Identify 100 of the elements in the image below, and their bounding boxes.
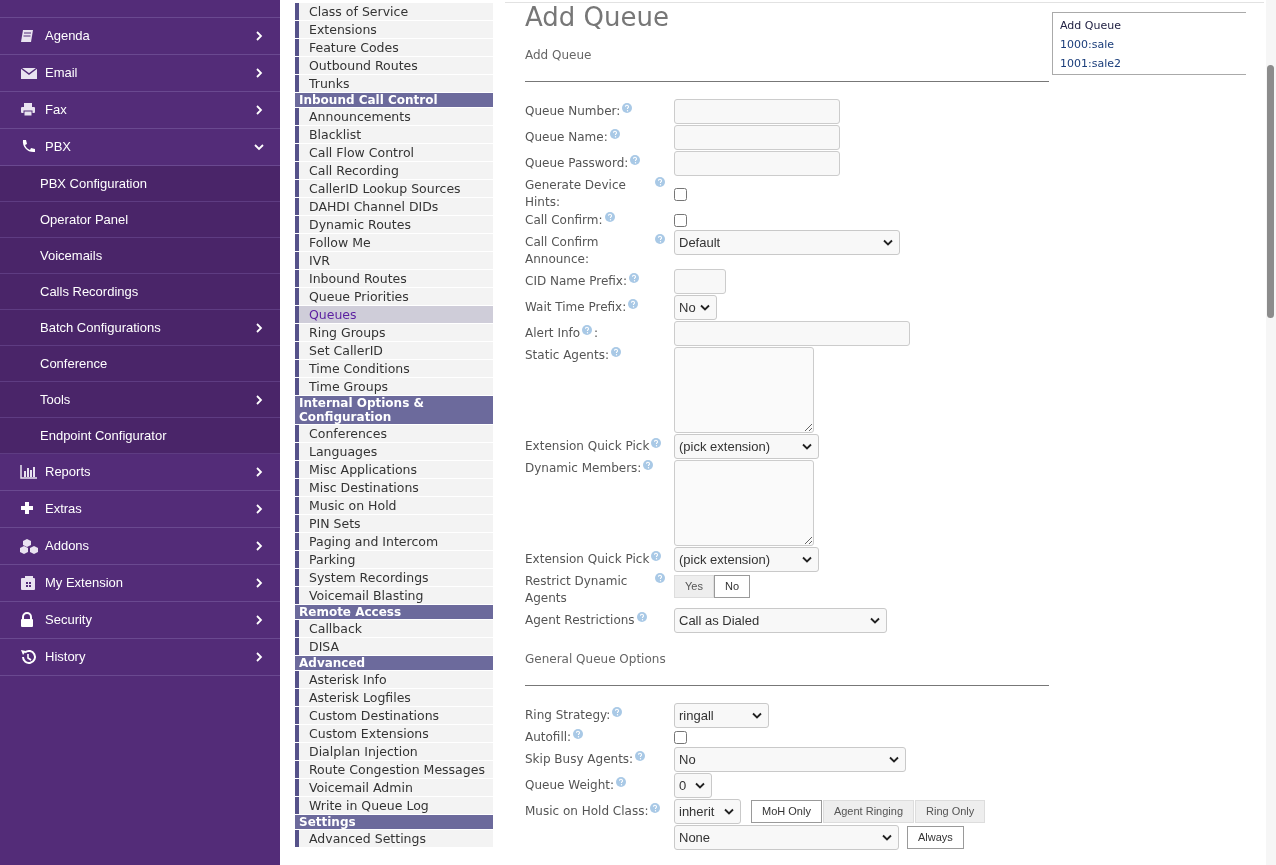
- help-icon: [604, 212, 615, 222]
- queue-link[interactable]: Add Queue: [1060, 16, 1246, 35]
- menu-item[interactable]: Trunks: [295, 75, 493, 92]
- caret-icon: [695, 781, 705, 790]
- checkbox[interactable]: [674, 731, 687, 744]
- menu-item[interactable]: Asterisk Logfiles: [295, 689, 493, 706]
- segment-button[interactable]: Yes: [674, 575, 714, 598]
- text-area[interactable]: [674, 460, 814, 546]
- segment-button[interactable]: No: [713, 575, 750, 598]
- menu-item[interactable]: Call Recording: [295, 162, 493, 179]
- menu-item[interactable]: Misc Destinations: [295, 479, 493, 496]
- menu-item[interactable]: Languages: [295, 443, 493, 460]
- field-label: Ring Strategy:: [525, 707, 611, 724]
- sidebar-subitem[interactable]: Operator Panel: [0, 202, 280, 238]
- menu-item[interactable]: DAHDI Channel DIDs: [295, 198, 493, 215]
- sidebar-item[interactable]: My Extension: [0, 565, 280, 602]
- segment-button[interactable]: Agent Ringing: [822, 800, 914, 823]
- help-icon: [635, 751, 646, 761]
- sidebar-subitem[interactable]: PBX Configuration: [0, 166, 280, 202]
- menu-item[interactable]: System Recordings: [295, 569, 493, 586]
- dropdown[interactable]: No: [674, 747, 906, 772]
- segment-button[interactable]: MoH Only: [751, 800, 822, 823]
- page-title: Add Queue: [525, 2, 670, 32]
- menu-item[interactable]: Set CallerID: [295, 342, 493, 359]
- menu-item[interactable]: Feature Codes: [295, 39, 493, 56]
- dropdown[interactable]: (pick extension): [674, 547, 819, 572]
- menu-item[interactable]: Call Flow Control: [295, 144, 493, 161]
- phone-icon: [20, 139, 38, 155]
- dropdown[interactable]: inherit: [674, 799, 741, 824]
- menu-item[interactable]: Dynamic Routes: [295, 216, 493, 233]
- menu-item[interactable]: Queues: [295, 306, 493, 323]
- queue-link[interactable]: 1001:sale2: [1060, 54, 1246, 73]
- menu-item[interactable]: Ring Groups: [295, 324, 493, 341]
- sidebar-item[interactable]: Extras: [0, 491, 280, 528]
- queue-link[interactable]: 1000:sale: [1060, 35, 1246, 54]
- sidebar-subitem[interactable]: Calls Recordings: [0, 274, 280, 310]
- sidebar-item[interactable]: Fax: [0, 92, 280, 129]
- menu-item[interactable]: Extensions: [295, 21, 493, 38]
- menu-item[interactable]: Time Conditions: [295, 360, 493, 377]
- menu-item[interactable]: Write in Queue Log: [295, 797, 493, 814]
- input-field[interactable]: [674, 269, 726, 294]
- menu-item[interactable]: Paging and Intercom: [295, 533, 493, 550]
- menu-item[interactable]: Class of Service: [295, 3, 493, 20]
- sidebar-item[interactable]: Addons: [0, 528, 280, 565]
- menu-item[interactable]: Announcements: [295, 108, 493, 125]
- menu-item[interactable]: Custom Destinations: [295, 707, 493, 724]
- dropdown[interactable]: Call as Dialed: [674, 608, 887, 633]
- scrollbar[interactable]: [1266, 0, 1276, 865]
- sidebar-item[interactable]: Security: [0, 602, 280, 639]
- menu-item[interactable]: Time Groups: [295, 378, 493, 395]
- dropdown[interactable]: No: [674, 295, 717, 320]
- dropdown[interactable]: (pick extension): [674, 434, 819, 459]
- sidebar-subitem[interactable]: Tools: [0, 382, 280, 418]
- checkbox[interactable]: [674, 188, 687, 201]
- menu-item[interactable]: Outbound Routes: [295, 57, 493, 74]
- menu-item[interactable]: Inbound Routes: [295, 270, 493, 287]
- input-field[interactable]: [674, 99, 840, 124]
- dropdown[interactable]: 0: [674, 773, 712, 798]
- menu-item[interactable]: Conferences: [295, 425, 493, 442]
- sidebar-item[interactable]: Reports: [0, 454, 280, 491]
- dropdown[interactable]: Default: [674, 230, 900, 255]
- menu-item[interactable]: Voicemail Blasting: [295, 587, 493, 604]
- dropdown[interactable]: ringall: [674, 703, 769, 728]
- menu-item[interactable]: Callback: [295, 620, 493, 637]
- menu-item[interactable]: DISA: [295, 638, 493, 655]
- caret-icon: [883, 238, 893, 247]
- dropdown[interactable]: None: [674, 825, 899, 850]
- menu-item[interactable]: Follow Me: [295, 234, 493, 251]
- menu-item[interactable]: PIN Sets: [295, 515, 493, 532]
- chevron-right-icon: [254, 578, 264, 588]
- menu-item[interactable]: Asterisk Info: [295, 671, 493, 688]
- sidebar-item[interactable]: History: [0, 639, 280, 676]
- menu-item[interactable]: CallerID Lookup Sources: [295, 180, 493, 197]
- field-label: Dynamic Members:: [525, 460, 642, 477]
- menu-item[interactable]: Dialplan Injection: [295, 743, 493, 760]
- input-field[interactable]: [674, 321, 910, 346]
- menu-item[interactable]: Queue Priorities: [295, 288, 493, 305]
- menu-section-header: Advanced: [295, 656, 493, 670]
- sidebar-subitem[interactable]: Batch Configurations: [0, 310, 280, 346]
- menu-item[interactable]: Blacklist: [295, 126, 493, 143]
- sidebar-subitem[interactable]: Voicemails: [0, 238, 280, 274]
- sidebar-subitem[interactable]: Conference: [0, 346, 280, 382]
- menu-item[interactable]: Advanced Settings: [295, 830, 493, 847]
- menu-item[interactable]: Misc Applications: [295, 461, 493, 478]
- sidebar-item[interactable]: Agenda: [0, 18, 280, 55]
- input-field[interactable]: [674, 125, 840, 150]
- checkbox[interactable]: [674, 214, 687, 227]
- menu-item[interactable]: Voicemail Admin: [295, 779, 493, 796]
- menu-item[interactable]: IVR: [295, 252, 493, 269]
- menu-item[interactable]: Custom Extensions: [295, 725, 493, 742]
- menu-item[interactable]: Parking: [295, 551, 493, 568]
- caret-icon: [752, 711, 762, 720]
- sidebar-subitem[interactable]: Endpoint Configurator: [0, 418, 280, 454]
- text-area[interactable]: [674, 347, 814, 433]
- segment-button[interactable]: Ring Only: [915, 800, 986, 823]
- menu-item[interactable]: Music on Hold: [295, 497, 493, 514]
- always-button[interactable]: Always: [907, 826, 964, 849]
- menu-item[interactable]: Route Congestion Messages: [295, 761, 493, 778]
- sidebar-item[interactable]: Email: [0, 55, 280, 92]
- input-field[interactable]: [674, 151, 840, 176]
